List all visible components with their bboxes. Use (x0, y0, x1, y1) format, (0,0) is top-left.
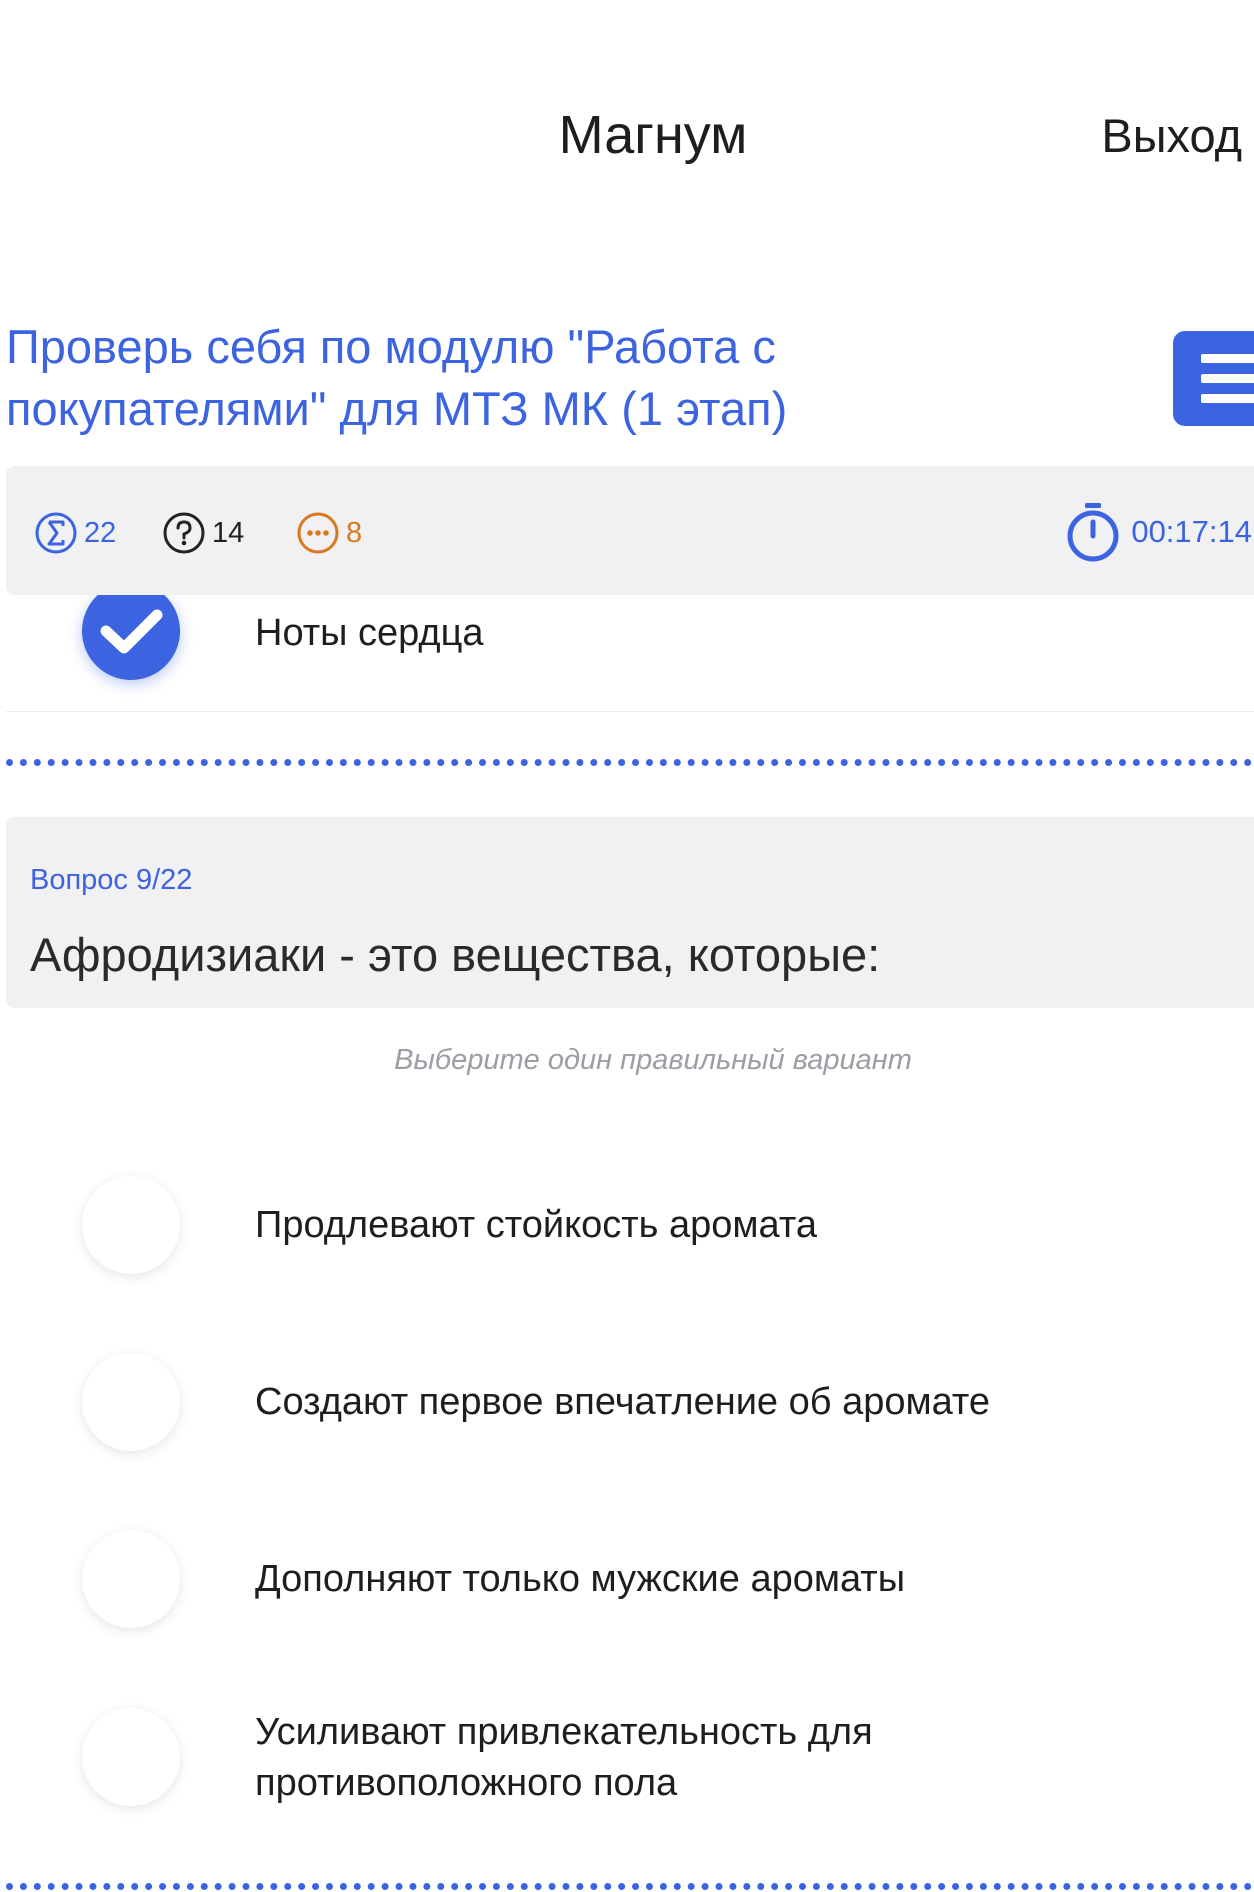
stat-total: 22 (34, 511, 116, 555)
question-separator-bottom (6, 1883, 1254, 1890)
option-label-3[interactable]: Дополняют только мужские ароматы (255, 1554, 1155, 1605)
option-label-4[interactable]: Усиливают привлекательность для противоп… (255, 1707, 975, 1809)
option-radio-4[interactable] (82, 1708, 180, 1806)
question-text: Афродизиаки - это вещества, которые: (30, 928, 881, 981)
selected-option-radio[interactable] (82, 582, 180, 680)
question-card: Вопрос 9/22 Афродизиаки - это вещества, … (6, 817, 1254, 1008)
stat-unanswered-value: 14 (212, 516, 245, 549)
logout-button[interactable]: Выход (1101, 108, 1242, 163)
option-label-1[interactable]: Продлевают стойкость аромата (255, 1200, 1155, 1251)
course-title: Проверь себя по модулю "Работа с покупат… (6, 320, 788, 435)
divider (6, 711, 1254, 712)
selected-option-label: Ноты сердца (255, 612, 484, 654)
stat-skipped-value: 8 (346, 516, 363, 549)
menu-button[interactable] (1173, 331, 1254, 426)
stats-bar: 22 14 8 00:17:14 (6, 466, 1254, 595)
question-icon (163, 512, 205, 554)
option-radio-2[interactable] (82, 1353, 180, 1451)
option-radio-1[interactable] (82, 1176, 180, 1274)
stat-total-value: 22 (84, 516, 117, 549)
question-separator (6, 759, 1254, 766)
stat-skipped: 8 (296, 511, 362, 555)
sigma-icon (35, 512, 77, 554)
more-icon (297, 512, 339, 554)
question-number: Вопрос 9/22 (30, 864, 193, 896)
app-title: Магнум (558, 105, 748, 165)
option-label-2[interactable]: Создают первое впечатление об аромате (255, 1377, 1155, 1428)
answer-hint: Выберите один правильный вариант (394, 1044, 912, 1076)
stat-unanswered: 14 (162, 511, 244, 555)
stopwatch-icon (1067, 503, 1119, 562)
option-radio-3[interactable] (82, 1530, 180, 1628)
checkmark-icon (100, 609, 163, 654)
timer-value: 00:17:14 (1131, 514, 1252, 549)
timer: 00:17:14 (1063, 501, 1252, 563)
